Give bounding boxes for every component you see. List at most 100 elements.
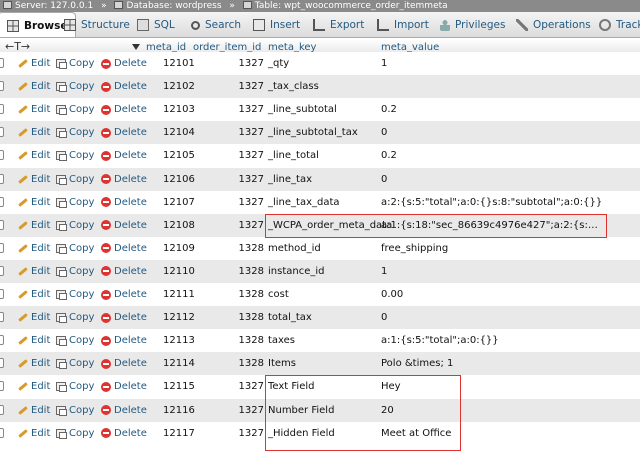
table-row[interactable]: Edit Copy Delete 12115 1327 Text Field Hey bbox=[0, 375, 640, 399]
tab-import[interactable]: Import bbox=[377, 12, 429, 37]
table-row[interactable]: Edit Copy Delete 12113 1328 taxes a:1:{s:5:"to… bbox=[0, 329, 640, 353]
edit-button[interactable]: Edit bbox=[18, 375, 50, 398]
row-checkbox[interactable] bbox=[0, 242, 4, 253]
row-checkbox[interactable] bbox=[0, 404, 4, 415]
tab-export[interactable]: Export bbox=[313, 12, 364, 37]
breadcrumb-database[interactable]: Database: wordpress bbox=[114, 0, 222, 12]
delete-button[interactable]: Delete bbox=[101, 352, 147, 375]
delete-button[interactable]: Delete bbox=[101, 214, 147, 237]
tab-tracking[interactable]: Track bbox=[599, 12, 640, 37]
delete-icon bbox=[101, 127, 111, 138]
row-checkbox[interactable] bbox=[0, 127, 4, 138]
copy-button[interactable]: Copy bbox=[56, 214, 94, 237]
table-row[interactable]: Edit Copy Delete 12102 1327 _tax_class bbox=[0, 75, 640, 99]
copy-button[interactable]: Copy bbox=[56, 191, 94, 214]
delete-button[interactable]: Delete bbox=[101, 329, 147, 352]
tab-sql[interactable]: SQL bbox=[137, 12, 175, 37]
table-row[interactable]: Edit Copy Delete 12105 1327 _line_total 0.2 bbox=[0, 144, 640, 168]
copy-button[interactable]: Copy bbox=[56, 52, 94, 75]
edit-button[interactable]: Edit bbox=[18, 75, 50, 98]
edit-button[interactable]: Edit bbox=[18, 121, 50, 144]
row-checkbox[interactable] bbox=[0, 381, 4, 392]
table-row[interactable]: Edit Copy Delete 12117 1327 _Hidden Field Meet… bbox=[0, 421, 640, 445]
breadcrumb-table[interactable]: Table: wpt_woocommerce_order_itemmeta bbox=[242, 0, 448, 12]
tab-structure[interactable]: Structure bbox=[64, 12, 130, 37]
copy-button[interactable]: Copy bbox=[56, 352, 94, 375]
copy-button[interactable]: Copy bbox=[56, 168, 94, 191]
row-checkbox[interactable] bbox=[0, 196, 4, 207]
structure-icon bbox=[64, 19, 76, 31]
breadcrumb-server[interactable]: Server: 127.0.0.1 bbox=[3, 0, 93, 12]
tab-search[interactable]: Search bbox=[191, 12, 241, 37]
edit-button[interactable]: Edit bbox=[18, 422, 50, 445]
row-checkbox[interactable] bbox=[0, 173, 4, 184]
delete-button[interactable]: Delete bbox=[101, 399, 147, 422]
copy-button[interactable]: Copy bbox=[56, 375, 94, 398]
edit-button[interactable]: Edit bbox=[18, 283, 50, 306]
edit-button[interactable]: Edit bbox=[18, 329, 50, 352]
row-checkbox[interactable] bbox=[0, 58, 4, 68]
row-checkbox[interactable] bbox=[0, 427, 4, 438]
delete-button[interactable]: Delete bbox=[101, 168, 147, 191]
copy-button[interactable]: Copy bbox=[56, 260, 94, 283]
tab-insert[interactable]: Insert bbox=[253, 12, 300, 37]
copy-button[interactable]: Copy bbox=[56, 121, 94, 144]
tab-operations[interactable]: Operations bbox=[516, 12, 591, 37]
delete-button[interactable]: Delete bbox=[101, 191, 147, 214]
row-checkbox[interactable] bbox=[0, 104, 4, 115]
edit-button[interactable]: Edit bbox=[18, 352, 50, 375]
delete-button[interactable]: Delete bbox=[101, 121, 147, 144]
table-row[interactable]: Edit Copy Delete 12112 1328 total_tax 0 bbox=[0, 306, 640, 330]
edit-button[interactable]: Edit bbox=[18, 52, 50, 75]
table-row[interactable]: Edit Copy Delete 12110 1328 instance_id 1 bbox=[0, 259, 640, 283]
edit-button[interactable]: Edit bbox=[18, 144, 50, 167]
copy-button[interactable]: Copy bbox=[56, 306, 94, 329]
delete-button[interactable]: Delete bbox=[101, 52, 147, 75]
table-row[interactable]: Edit Copy Delete 12111 1328 cost 0.00 bbox=[0, 283, 640, 306]
edit-button[interactable]: Edit bbox=[18, 98, 50, 121]
copy-button[interactable]: Copy bbox=[56, 399, 94, 422]
copy-button[interactable]: Copy bbox=[56, 75, 94, 98]
table-row[interactable]: Edit Copy Delete 12106 1327 _line_tax 0 bbox=[0, 167, 640, 191]
row-checkbox[interactable] bbox=[0, 265, 4, 276]
delete-button[interactable]: Delete bbox=[101, 283, 147, 306]
edit-button[interactable]: Edit bbox=[18, 168, 50, 191]
delete-button[interactable]: Delete bbox=[101, 306, 147, 329]
row-checkbox[interactable] bbox=[0, 150, 4, 161]
copy-button[interactable]: Copy bbox=[56, 422, 94, 445]
edit-button[interactable]: Edit bbox=[18, 306, 50, 329]
edit-button[interactable]: Edit bbox=[18, 191, 50, 214]
edit-button[interactable]: Edit bbox=[18, 260, 50, 283]
copy-button[interactable]: Copy bbox=[56, 237, 94, 260]
tab-privileges[interactable]: Privileges bbox=[440, 12, 506, 37]
edit-button[interactable]: Edit bbox=[18, 214, 50, 237]
table-row[interactable]: Edit Copy Delete 12107 1327 _line_tax_data a:2… bbox=[0, 190, 640, 214]
copy-button[interactable]: Copy bbox=[56, 329, 94, 352]
delete-button[interactable]: Delete bbox=[101, 422, 147, 445]
delete-button[interactable]: Delete bbox=[101, 237, 147, 260]
table-row[interactable]: Edit Copy Delete 12101 1327 _qty 1 bbox=[0, 52, 640, 75]
delete-button[interactable]: Delete bbox=[101, 260, 147, 283]
row-checkbox[interactable] bbox=[0, 219, 4, 230]
table-row[interactable]: Edit Copy Delete 12108 1327 _WCPA_order_meta_… bbox=[0, 213, 640, 237]
copy-button[interactable]: Copy bbox=[56, 144, 94, 167]
sort-arrow-icon[interactable] bbox=[132, 44, 140, 50]
delete-button[interactable]: Delete bbox=[101, 98, 147, 121]
row-checkbox[interactable] bbox=[0, 81, 4, 92]
table-row[interactable]: Edit Copy Delete 12109 1328 method_id free_shi… bbox=[0, 236, 640, 260]
copy-button[interactable]: Copy bbox=[56, 98, 94, 121]
table-row[interactable]: Edit Copy Delete 12116 1327 Number Field 20 bbox=[0, 398, 640, 422]
delete-button[interactable]: Delete bbox=[101, 144, 147, 167]
row-checkbox[interactable] bbox=[0, 289, 4, 299]
row-checkbox[interactable] bbox=[0, 358, 4, 369]
delete-button[interactable]: Delete bbox=[101, 75, 147, 98]
edit-button[interactable]: Edit bbox=[18, 237, 50, 260]
table-row[interactable]: Edit Copy Delete 12104 1327 _line_subtotal_ta… bbox=[0, 121, 640, 145]
delete-button[interactable]: Delete bbox=[101, 375, 147, 398]
table-row[interactable]: Edit Copy Delete 12103 1327 _line_subtotal 0.2 bbox=[0, 98, 640, 122]
row-checkbox[interactable] bbox=[0, 335, 4, 346]
table-row[interactable]: Edit Copy Delete 12114 1328 Items Polo &times;… bbox=[0, 352, 640, 376]
row-checkbox[interactable] bbox=[0, 312, 4, 323]
edit-button[interactable]: Edit bbox=[18, 399, 50, 422]
copy-button[interactable]: Copy bbox=[56, 283, 94, 306]
